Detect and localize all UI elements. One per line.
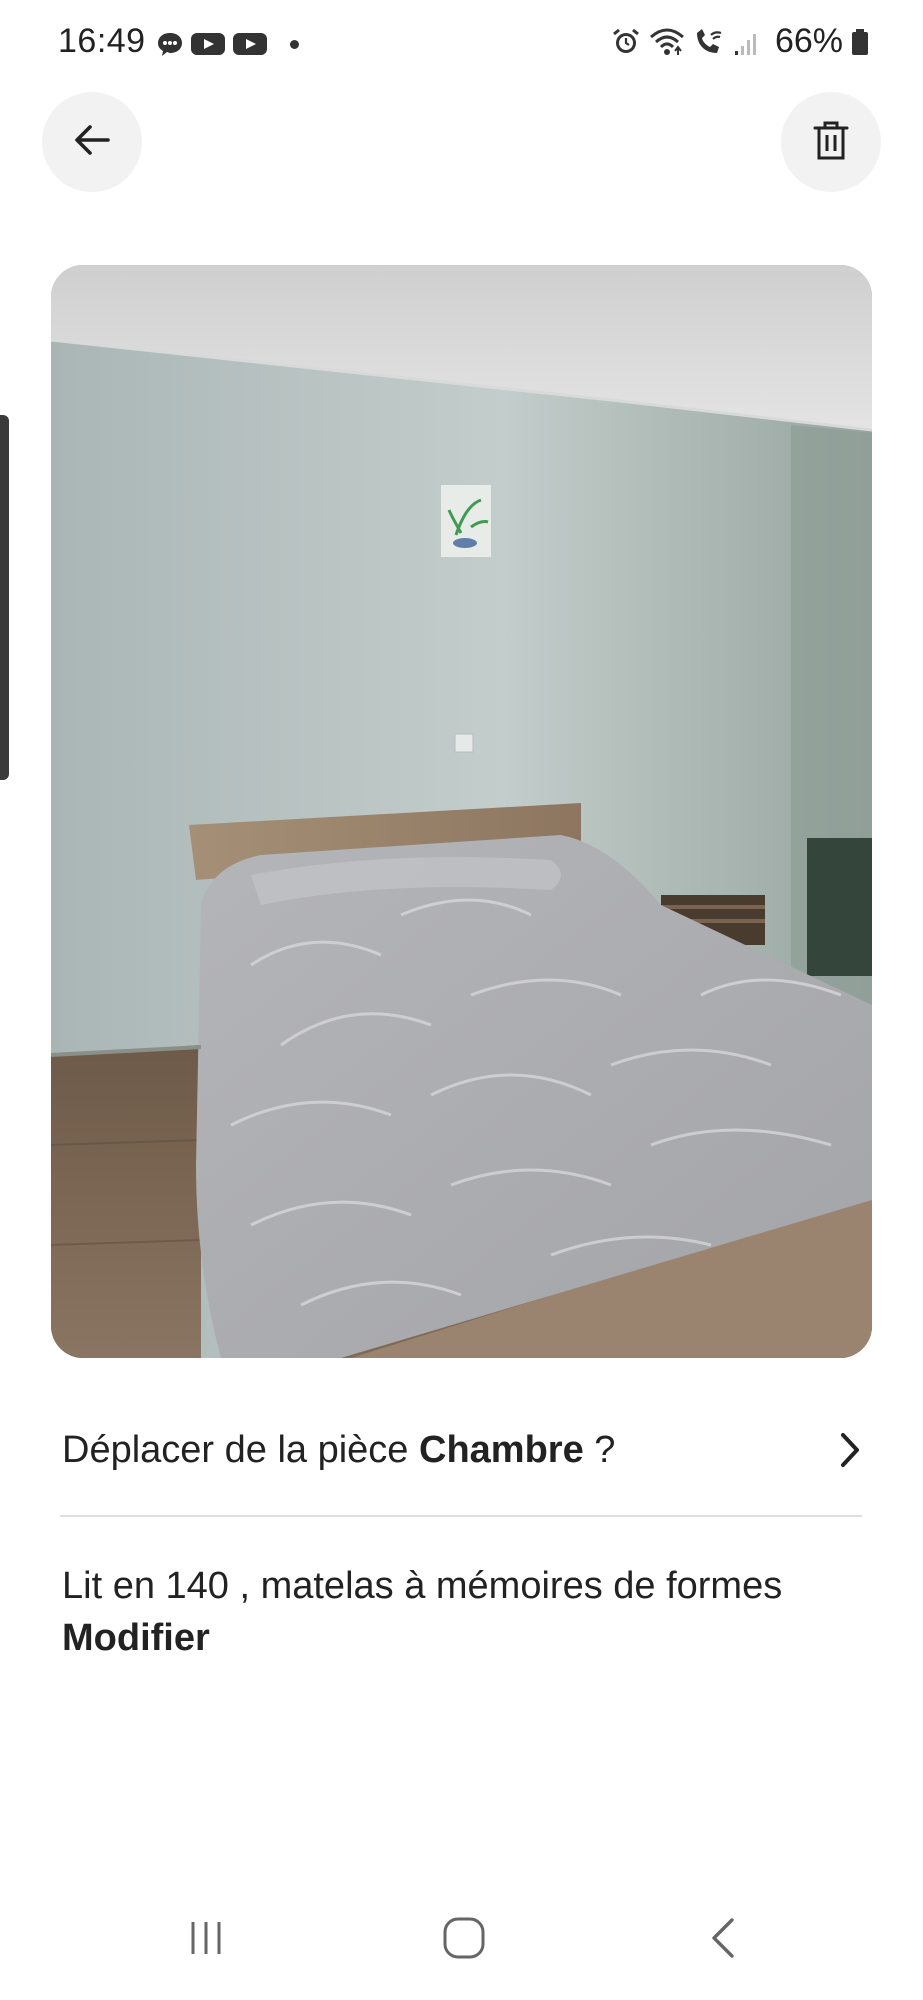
move-prefix: Déplacer de la pièce <box>62 1428 419 1471</box>
room-name: Chambre <box>419 1428 584 1471</box>
caption-text: Lit en 140 , matelas à mémoires de forme… <box>62 1565 783 1607</box>
battery-percent: 66% <box>774 22 843 60</box>
recent-apps-button[interactable] <box>156 1890 256 1990</box>
delete-photo-button[interactable] <box>781 92 881 192</box>
edit-caption-link[interactable]: Modifier <box>62 1612 882 1664</box>
system-nav-bar <box>0 1890 923 1990</box>
wifi-icon <box>649 27 685 57</box>
move-to-room-text: Déplacer de la pièce Chambre ? <box>62 1429 615 1472</box>
youtube-icon <box>190 30 226 58</box>
back-icon <box>708 1915 738 1966</box>
divider <box>60 1515 862 1517</box>
bedroom-photo <box>51 265 872 1358</box>
status-bar: 16:49 66% <box>0 0 923 90</box>
notification-dot-icon <box>290 39 299 49</box>
edge-panel-handle[interactable] <box>0 415 9 780</box>
battery-icon <box>851 27 869 57</box>
notification-icons <box>156 30 299 58</box>
youtube-icon <box>232 30 268 58</box>
system-icons: 66% <box>611 22 869 61</box>
photo-detail-screen: 16:49 66% Déplacer de la pièce Chambre ?… <box>0 0 923 2000</box>
photo-caption: Lit en 140 , matelas à mémoires de forme… <box>62 1560 882 1664</box>
wifi-calling-icon <box>693 27 725 57</box>
move-to-room-row[interactable]: Déplacer de la pièce Chambre ? <box>62 1410 862 1490</box>
system-back-button[interactable] <box>673 1890 773 1990</box>
trash-icon <box>811 118 851 167</box>
recent-apps-icon <box>184 1916 228 1965</box>
move-suffix: ? <box>583 1428 616 1471</box>
chat-bubble-icon <box>156 30 184 58</box>
home-icon <box>441 1915 487 1966</box>
chevron-right-icon <box>838 1430 862 1475</box>
home-button[interactable] <box>414 1890 514 1990</box>
arrow-left-icon <box>70 118 114 167</box>
signal-icon <box>733 27 763 57</box>
alarm-icon <box>611 27 641 57</box>
back-button[interactable] <box>42 92 142 192</box>
status-time: 16:49 <box>58 22 146 60</box>
room-photo[interactable] <box>51 265 872 1358</box>
